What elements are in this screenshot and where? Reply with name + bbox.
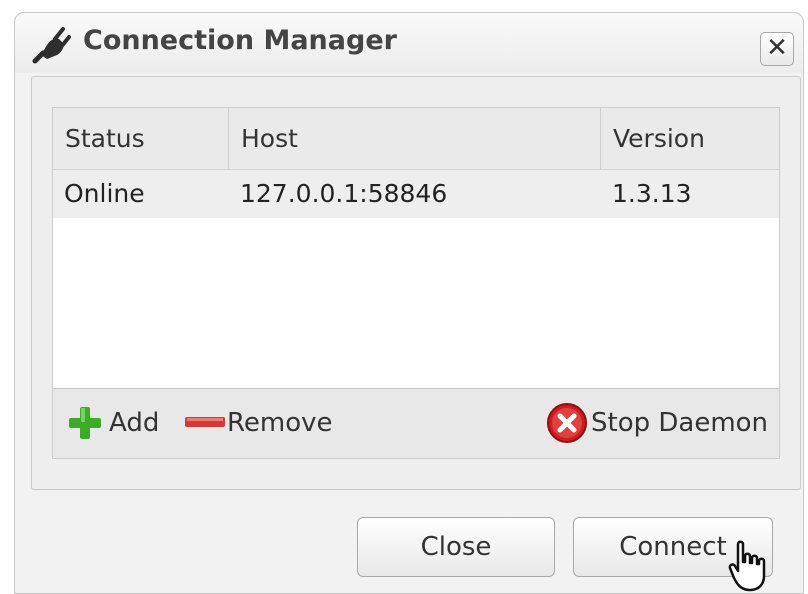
hosts-table[interactable]: Status Host Version Online 127.0.0.1:588…: [52, 107, 780, 389]
hosts-toolbar: Add Remove Stop Daemon: [52, 389, 780, 459]
column-header-version[interactable]: Version: [601, 108, 781, 169]
dialog-title: Connection Manager: [83, 25, 397, 56]
plus-icon: [69, 407, 101, 439]
close-icon[interactable]: ✕: [760, 32, 794, 66]
table-header: Status Host Version: [53, 108, 779, 170]
cell-host: 127.0.0.1:58846: [240, 179, 448, 208]
add-label: Add: [109, 408, 160, 438]
add-button[interactable]: Add: [67, 401, 169, 445]
remove-label: Remove: [227, 408, 333, 438]
title-bar: Connection Manager ✕: [15, 13, 803, 73]
plug-icon: [32, 27, 71, 64]
close-button[interactable]: Close: [357, 517, 555, 577]
stop-daemon-label: Stop Daemon: [591, 408, 769, 438]
hosts-panel: Status Host Version Online 127.0.0.1:588…: [31, 76, 801, 490]
minus-icon: [185, 417, 225, 427]
connection-manager-dialog: Connection Manager ✕ Status Host Version…: [14, 12, 804, 594]
stop-daemon-button[interactable]: Stop Daemon: [546, 401, 771, 445]
cell-version: 1.3.13: [612, 179, 692, 208]
column-header-status[interactable]: Status: [53, 108, 229, 169]
table-row[interactable]: Online 127.0.0.1:58846 1.3.13: [53, 170, 779, 218]
remove-button[interactable]: Remove: [185, 401, 355, 445]
hand-cursor-icon: [728, 540, 766, 592]
cell-status: Online: [64, 179, 145, 208]
column-header-host[interactable]: Host: [229, 108, 601, 169]
stop-icon: [547, 403, 587, 443]
